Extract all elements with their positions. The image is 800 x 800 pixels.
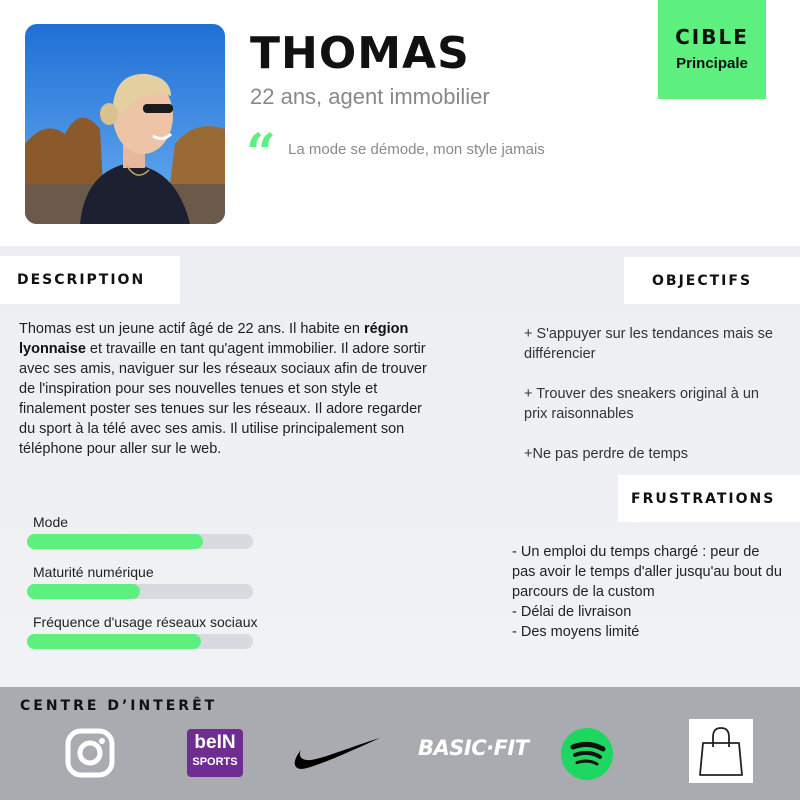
quote-icon: “ bbox=[246, 123, 276, 184]
frustrations-list: - Un emploi du temps chargé : peur de pa… bbox=[512, 542, 782, 642]
list-item: + Trouver des sneakers original à un pri… bbox=[524, 386, 759, 422]
list-item: +Ne pas perdre de temps bbox=[524, 446, 689, 462]
profile-photo bbox=[25, 24, 225, 224]
target-badge: CIBLE Principale bbox=[658, 0, 766, 99]
skill-bar-fill bbox=[27, 584, 140, 599]
skill-bar-fill bbox=[27, 634, 202, 649]
persona-subtitle: 22 ans, agent immobilier bbox=[250, 84, 490, 109]
instagram-icon bbox=[65, 728, 115, 783]
bein-sports-icon: beIN SPORTS bbox=[187, 729, 243, 777]
description-text-part: Thomas est un jeune actif âgé de 22 ans.… bbox=[19, 321, 365, 337]
shopping-bag-icon bbox=[689, 719, 753, 783]
skill-bar-social-usage: Fréquence d'usage réseaux sociaux bbox=[27, 614, 273, 649]
persona-name: THOMAS bbox=[250, 28, 470, 79]
objectives-list: + S'appuyer sur les tendances mais se di… bbox=[524, 324, 774, 484]
objectives-heading: OBJECTIFS bbox=[624, 257, 800, 304]
target-badge-subtitle: Principale bbox=[676, 55, 748, 72]
spotify-icon bbox=[560, 727, 614, 786]
basic-fit-icon: BASIC·FIT bbox=[418, 736, 529, 760]
description-text: Thomas est un jeune actif âgé de 22 ans.… bbox=[19, 319, 439, 459]
skill-bar-mode: Mode bbox=[27, 514, 273, 549]
list-item: - Des moyens limité bbox=[512, 624, 640, 640]
skill-bar-digital-maturity: Maturité numérique bbox=[27, 564, 273, 599]
skill-bar-label: Mode bbox=[33, 514, 69, 530]
nike-icon bbox=[291, 734, 381, 779]
list-item: - Un emploi du temps chargé : peur de pa… bbox=[512, 544, 782, 600]
list-item: + S'appuyer sur les tendances mais se di… bbox=[524, 326, 773, 362]
skill-bar-label: Maturité numérique bbox=[33, 564, 154, 580]
target-badge-title: CIBLE bbox=[675, 25, 749, 49]
description-heading: DESCRIPTION bbox=[0, 256, 180, 304]
persona-quote: La mode se démode, mon style jamais bbox=[288, 141, 545, 158]
skill-bar-track bbox=[27, 634, 253, 649]
skill-bar-track bbox=[27, 584, 253, 599]
skill-bar-track bbox=[27, 534, 253, 549]
skill-bar-label: Fréquence d'usage réseaux sociaux bbox=[33, 614, 258, 630]
skill-bar-fill bbox=[27, 534, 204, 549]
description-text-part: et travaille en tant qu'agent immobilier… bbox=[19, 341, 427, 457]
interests-heading: CENTRE D’INTERÊT bbox=[20, 698, 218, 714]
list-item: - Délai de livraison bbox=[512, 604, 632, 620]
bein-logo-text: beIN bbox=[194, 732, 236, 753]
bein-logo-subtext: SPORTS bbox=[192, 756, 238, 768]
